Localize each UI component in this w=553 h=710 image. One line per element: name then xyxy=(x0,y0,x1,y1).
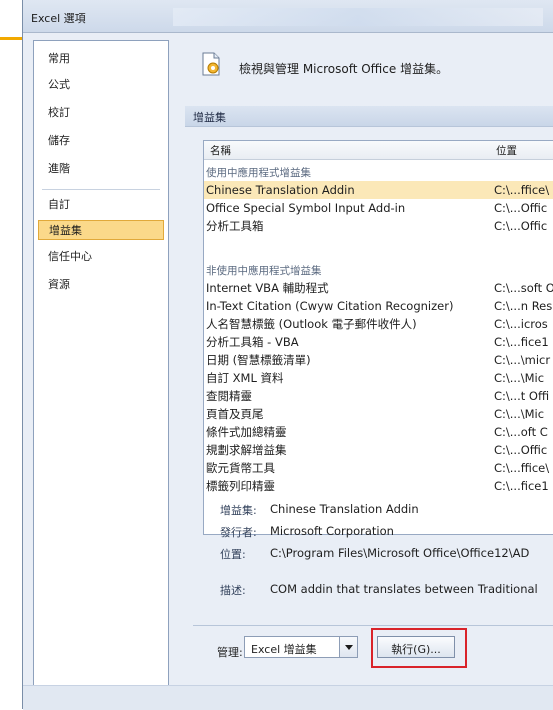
addin-name: In-Text Citation (Cwyw Citation Recogniz… xyxy=(206,299,454,313)
go-button[interactable]: 執行(G)... xyxy=(377,636,455,658)
nav-item-formulas[interactable]: 公式 xyxy=(38,75,164,95)
addin-location: C:\...Offic xyxy=(494,201,548,215)
list-item[interactable]: 分析工具箱 - VBA C:\...fice1 xyxy=(204,333,553,351)
addin-location: C:\...\Mic xyxy=(494,371,545,385)
detail-publisher-value: Microsoft Corporation xyxy=(270,524,394,538)
addin-name: 標籤列印精靈 xyxy=(206,479,275,493)
addin-name: 規劃求解增益集 xyxy=(206,443,287,457)
addin-location: C:\...n Res xyxy=(494,299,553,313)
title-bar[interactable]: Excel 選項 xyxy=(23,0,553,33)
manage-dropdown-value: Excel 增益集 xyxy=(251,643,317,656)
addin-location: C:\...icros xyxy=(494,317,548,331)
addin-location: C:\...soft O xyxy=(494,281,553,295)
addin-name: 頁首及頁尾 xyxy=(206,407,264,421)
addin-location: C:\...ffice\ xyxy=(494,461,550,475)
nav-item-resources[interactable]: 資源 xyxy=(38,275,164,295)
go-button-label: 執行(G)... xyxy=(391,643,441,656)
sidebar-divider xyxy=(42,189,160,190)
addin-location: C:\...fice1 xyxy=(494,479,549,493)
excel-options-dialog: Excel 選項 常用 公式 校訂 儲存 進階 自訂 增益集 信任中心 資源 檢… xyxy=(22,0,553,710)
column-header-name[interactable]: 名稱 xyxy=(210,143,231,158)
addin-name: 條件式加總精靈 xyxy=(206,425,287,439)
addin-location: C:\...oft C xyxy=(494,425,548,439)
list-item[interactable]: 歐元貨幣工具 C:\...ffice\ xyxy=(204,459,553,477)
list-item[interactable]: Office Special Symbol Input Add-in C:\..… xyxy=(204,199,553,217)
nav-item-proofing[interactable]: 校訂 xyxy=(38,103,164,123)
list-item[interactable]: 日期 (智慧標籤清單) C:\...\micr xyxy=(204,351,553,369)
list-item[interactable]: 自訂 XML 資料 C:\...\Mic xyxy=(204,369,553,387)
nav-item-advanced[interactable]: 進階 xyxy=(38,159,164,179)
detail-description-label: 描述: xyxy=(220,584,246,597)
nav-item-customize[interactable]: 自訂 xyxy=(38,195,164,215)
section-header: 增益集 xyxy=(185,106,553,127)
list-item[interactable]: 標籤列印精靈 C:\...fice1 xyxy=(204,477,553,495)
page-header: 檢視與管理 Microsoft Office 增益集。 xyxy=(239,62,449,76)
addin-name: 歐元貨幣工具 xyxy=(206,461,275,475)
list-item[interactable]: 查閱精靈 C:\...t Offi xyxy=(204,387,553,405)
list-item[interactable]: In-Text Citation (Cwyw Citation Recogniz… xyxy=(204,297,553,315)
dialog-footer xyxy=(23,685,553,710)
group-label-active: 使用中應用程式增益集 xyxy=(206,167,311,179)
addins-panel: 檢視與管理 Microsoft Office 增益集。 增益集 名稱 位置 使用… xyxy=(175,40,553,709)
addin-gear-icon xyxy=(202,52,220,76)
nav-item-save[interactable]: 儲存 xyxy=(38,131,164,151)
group-label-inactive: 非使用中應用程式增益集 xyxy=(206,265,322,277)
addin-name: 人名智慧標籤 (Outlook 電子郵件收件人) xyxy=(206,317,417,331)
addin-name: Internet VBA 輔助程式 xyxy=(206,281,329,295)
addin-name: Office Special Symbol Input Add-in xyxy=(206,201,406,215)
chevron-down-icon xyxy=(345,645,353,650)
list-item[interactable]: Internet VBA 輔助程式 C:\...soft O xyxy=(204,279,553,297)
addin-location: C:\...\micr xyxy=(494,353,551,367)
addin-location: C:\...Offic xyxy=(494,443,548,457)
addin-location: C:\...t Offi xyxy=(494,389,550,403)
addin-location: C:\...\Mic xyxy=(494,407,545,421)
section-title: 增益集 xyxy=(193,111,226,124)
list-item[interactable]: 分析工具箱 C:\...Offic xyxy=(204,217,553,235)
nav-item-trust-center[interactable]: 信任中心 xyxy=(38,247,164,267)
dropdown-arrow-button[interactable] xyxy=(339,637,357,657)
window-title: Excel 選項 xyxy=(31,12,86,25)
detail-publisher-label: 發行者: xyxy=(220,526,257,539)
nav-item-addins[interactable]: 增益集 xyxy=(38,220,164,240)
category-sidebar: 常用 公式 校訂 儲存 進階 自訂 增益集 信任中心 資源 xyxy=(33,40,169,708)
addin-name: 自訂 XML 資料 xyxy=(206,371,284,385)
addin-name: Chinese Translation Addin xyxy=(206,183,355,197)
addin-name: 分析工具箱 - VBA xyxy=(206,335,299,349)
detail-description-value: COM addin that translates between Tradit… xyxy=(270,582,538,596)
list-header: 名稱 位置 xyxy=(204,141,553,160)
column-header-location[interactable]: 位置 xyxy=(496,143,517,158)
addins-list[interactable]: 名稱 位置 使用中應用程式增益集 Chinese Translation Add… xyxy=(203,140,553,535)
list-item[interactable]: 條件式加總精靈 C:\...oft C xyxy=(204,423,553,441)
list-item[interactable]: Chinese Translation Addin C:\...ffice\ xyxy=(204,181,553,199)
detail-addin-label: 增益集: xyxy=(220,504,257,517)
bottom-divider xyxy=(193,625,553,626)
detail-location-value: C:\Program Files\Microsoft Office\Office… xyxy=(270,546,530,560)
addin-location: C:\...Offic xyxy=(494,219,548,233)
addin-location: C:\...ffice\ xyxy=(494,183,550,197)
list-item[interactable]: 頁首及頁尾 C:\...\Mic xyxy=(204,405,553,423)
detail-addin-value: Chinese Translation Addin xyxy=(270,502,419,516)
manage-label: 管理: xyxy=(217,646,243,659)
detail-location-label: 位置: xyxy=(220,548,246,561)
list-item[interactable]: 規劃求解增益集 C:\...Offic xyxy=(204,441,553,459)
addin-location: C:\...fice1 xyxy=(494,335,549,349)
addin-name: 查閱精靈 xyxy=(206,389,252,403)
title-bar-blur xyxy=(173,8,543,26)
nav-item-popular[interactable]: 常用 xyxy=(38,49,164,69)
addin-name: 分析工具箱 xyxy=(206,219,264,233)
addin-name: 日期 (智慧標籤清單) xyxy=(206,353,311,367)
list-item[interactable]: 人名智慧標籤 (Outlook 電子郵件收件人) C:\...icros xyxy=(204,315,553,333)
manage-dropdown[interactable]: Excel 增益集 xyxy=(244,636,358,658)
